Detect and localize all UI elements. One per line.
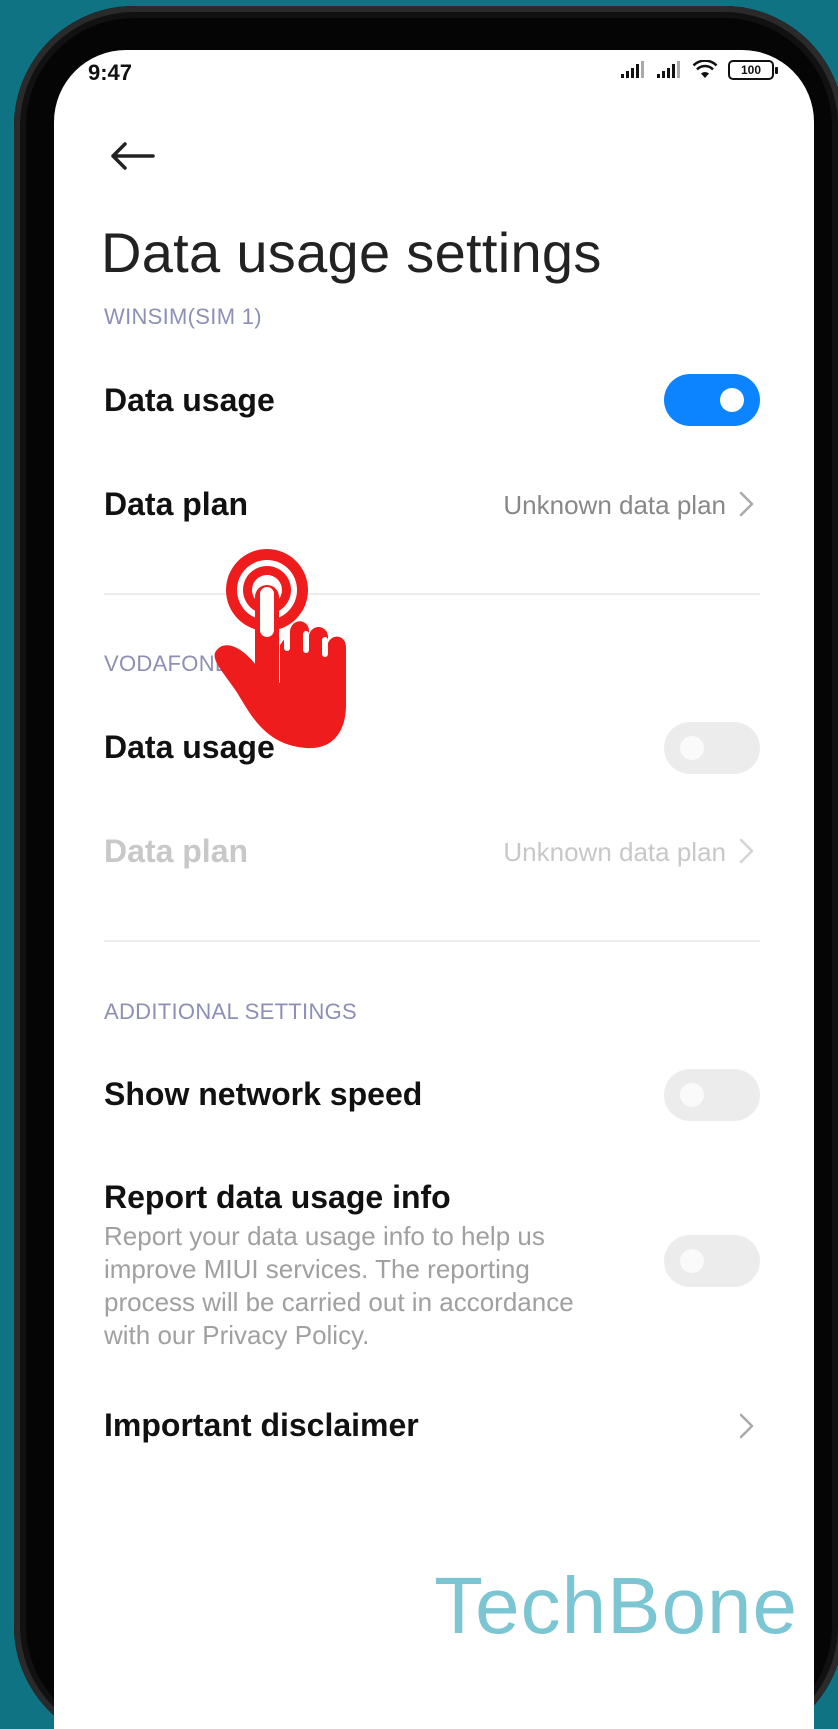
battery-icon: 100 [728,60,778,80]
section-header-sim1: WINSIM(SIM 1) [104,304,262,329]
techbone-watermark: TechBone [434,1561,798,1650]
divider [104,593,760,595]
show-network-speed-toggle[interactable] [664,1069,760,1121]
data-usage-toggle-sim1[interactable] [664,374,760,426]
data-usage-label: Data usage [104,382,275,418]
signal-icon [621,61,644,78]
toggle-knob [680,736,704,760]
toggle-knob [680,1249,704,1273]
data-plan-label: Data plan [104,833,249,869]
report-data-usage-label: Report data usage info [104,1179,451,1215]
data-plan-value: Unknown data plan [503,490,726,520]
wifi-icon [692,60,718,78]
show-network-speed-label: Show network speed [104,1076,423,1112]
back-arrow-icon [111,142,155,170]
chevron-right-icon [739,491,754,517]
divider [104,940,760,942]
report-data-usage-toggle[interactable] [664,1235,760,1287]
report-data-usage-description: Report your data usage info to help us i… [104,1221,574,1350]
toggle-knob [720,388,744,412]
data-usage-toggle-sim2[interactable] [664,722,760,774]
back-button[interactable] [102,126,162,186]
phone-screen: 9:47 100 Data usage settings WINSIM(SIM … [54,50,814,1729]
data-plan-label: Data plan [104,486,249,522]
chevron-right-icon [739,838,754,864]
chevron-right-icon [739,1413,754,1439]
battery-level: 100 [740,63,762,77]
status-bar: 9:47 100 [54,50,814,94]
signal-icon [657,61,680,78]
tap-hand-icon [214,549,346,749]
status-icons: 100 [620,60,778,80]
status-time: 9:47 [88,60,133,85]
data-plan-value: Unknown data plan [503,837,726,867]
toggle-knob [680,1083,704,1107]
section-header-additional: ADDITIONAL SETTINGS [104,999,358,1024]
important-disclaimer-label: Important disclaimer [104,1407,419,1443]
page-title: Data usage settings [101,221,602,284]
